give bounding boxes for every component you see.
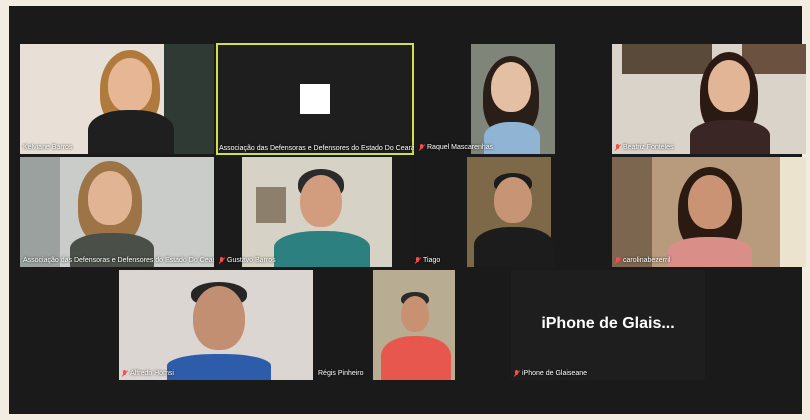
participant-name: Alfredo Homsi: [122, 369, 174, 378]
video-tile[interactable]: Kelviane Barros: [20, 44, 214, 154]
participant-name: Beatriz Fonteles: [615, 143, 674, 152]
microphone-muted-icon: [219, 257, 225, 264]
video-tile[interactable]: Raquel Mascarenhas: [416, 44, 610, 154]
participant-name: Associação das Defensoras e Defensores d…: [23, 257, 214, 264]
participant-name: Régis Pinheiro: [318, 370, 364, 377]
microphone-muted-icon: [615, 257, 621, 264]
participant-name: Kelviane Barros: [23, 144, 73, 151]
video-tile[interactable]: Beatriz Fonteles: [612, 44, 806, 154]
microphone-muted-icon: [415, 257, 421, 264]
participant-name: Raquel Mascarenhas: [419, 143, 493, 152]
video-tile[interactable]: carolinabezerril: [612, 157, 806, 267]
video-tile[interactable]: Associação das Defensoras e Defensores d…: [20, 157, 214, 267]
participant-name: iPhone de Glaiseane: [514, 369, 587, 378]
microphone-muted-icon: [615, 144, 621, 151]
participant-name: Tiago: [415, 256, 440, 265]
microphone-muted-icon: [514, 370, 520, 377]
participant-name: Gustavo Barros: [219, 256, 276, 265]
participant-name: carolinabezerril: [615, 256, 670, 265]
video-tile-placeholder[interactable]: iPhone de Glais... iPhone de Glaiseane: [511, 270, 705, 380]
profile-picture: [300, 84, 330, 114]
video-tile[interactable]: Alfredo Homsi: [119, 270, 313, 380]
video-tile[interactable]: Tiago: [412, 157, 606, 267]
microphone-muted-icon: [122, 370, 128, 377]
microphone-muted-icon: [419, 144, 425, 151]
participant-name: Associação das Defensoras e Defensores d…: [219, 145, 414, 152]
participant-display-name: iPhone de Glais...: [541, 315, 675, 332]
video-tile[interactable]: Régis Pinheiro: [315, 270, 509, 380]
video-tile[interactable]: Gustavo Barros: [216, 157, 410, 267]
video-tile-active-speaker[interactable]: Associação das Defensoras e Defensores d…: [216, 43, 414, 155]
zoom-gallery-view: Kelviane Barros Associação das Defensora…: [9, 6, 806, 414]
